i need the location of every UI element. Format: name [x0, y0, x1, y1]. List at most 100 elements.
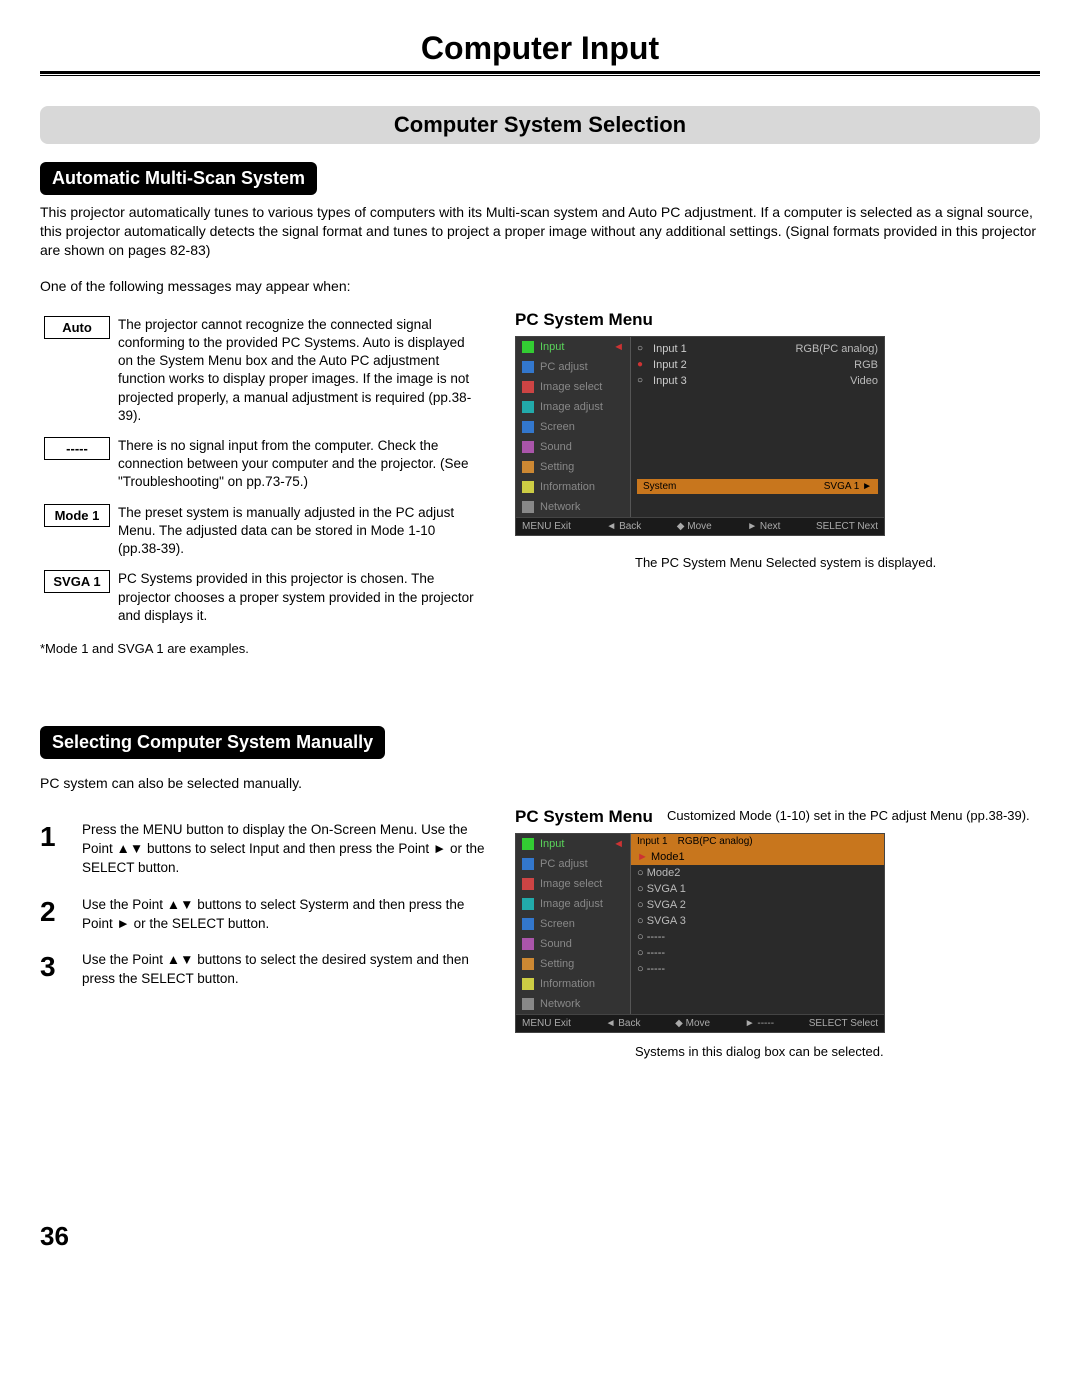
label-svga1: SVGA 1	[44, 570, 110, 593]
ft-next: ► Next	[747, 521, 780, 532]
auto-scan-heading: Automatic Multi-Scan System	[40, 162, 317, 195]
step-3-num: 3	[40, 951, 66, 989]
side2-imgadj: Image adjust	[540, 898, 603, 910]
setting-icon	[522, 958, 534, 970]
list-mode1: Mode1	[651, 851, 685, 863]
side2-pcadjust: PC adjust	[540, 858, 588, 870]
osd-main-2: Input 1 RGB(PC analog) ► Mode1 ○ Mode2 ○…	[631, 834, 884, 1014]
step-1-num: 1	[40, 821, 66, 878]
step-2-num: 2	[40, 896, 66, 934]
network-icon	[522, 998, 534, 1010]
step-3-text: Use the Point ▲▼ buttons to select the d…	[82, 951, 485, 989]
list-svga3: SVGA 3	[647, 915, 686, 927]
ft2-back: ◄ Back	[606, 1018, 641, 1029]
manual-intro: PC system can also be selected manually.	[40, 775, 1040, 791]
osd2-caption: Systems in this dialog box can be select…	[635, 1043, 1040, 1061]
section-banner: Computer System Selection	[40, 106, 1040, 144]
sound-icon	[522, 441, 534, 453]
imgadj-icon	[522, 401, 534, 413]
list-d3: -----	[647, 963, 665, 975]
side-imgsel: Image select	[540, 381, 602, 393]
side-screen: Screen	[540, 421, 575, 433]
side-sound: Sound	[540, 441, 572, 453]
osd-sidebar-1: Input◄ PC adjust Image select Image adju…	[516, 337, 631, 517]
ft-move: ◆ Move	[677, 521, 712, 532]
side2-screen: Screen	[540, 918, 575, 930]
ft-select: SELECT Next	[816, 521, 878, 532]
step-1-text: Press the MENU button to display the On-…	[82, 821, 485, 878]
ft2-exit: MENU Exit	[522, 1018, 571, 1029]
side-setting: Setting	[540, 461, 574, 473]
ft2-next: ► -----	[745, 1018, 774, 1029]
msg-intro: One of the following messages may appear…	[40, 278, 1040, 294]
side2-sound: Sound	[540, 938, 572, 950]
input3-val: Video	[850, 375, 878, 387]
side2-input: Input	[540, 838, 564, 850]
info-icon	[522, 978, 534, 990]
topbar-rgb: RGB(PC analog)	[678, 836, 753, 847]
page-number: 36	[40, 1221, 1040, 1252]
subbar-system: System	[643, 481, 676, 492]
ft2-select: SELECT Select	[809, 1018, 878, 1029]
desc-mode1: The preset system is manually adjusted i…	[114, 498, 485, 565]
osd-sidebar-2: Input◄ PC adjust Image select Image adju…	[516, 834, 631, 1014]
auto-intro: This projector automatically tunes to va…	[40, 203, 1040, 260]
pc-menu-heading-2: PC System Menu	[515, 807, 653, 827]
label-dashes: -----	[44, 437, 110, 460]
list-svga2: SVGA 2	[647, 899, 686, 911]
step-2-text: Use the Point ▲▼ buttons to select Syste…	[82, 896, 485, 934]
side-input: Input	[540, 341, 564, 353]
imgsel-icon	[522, 878, 534, 890]
input1-val: RGB(PC analog)	[795, 343, 878, 355]
input1-label: Input 1	[653, 343, 713, 355]
topbar-input: Input 1	[637, 836, 668, 847]
desc-svga1: PC Systems provided in this projector is…	[114, 564, 485, 631]
imgsel-icon	[522, 381, 534, 393]
desc-auto: The projector cannot recognize the conne…	[114, 310, 485, 431]
osd2-top-caption: Customized Mode (1-10) set in the PC adj…	[667, 807, 1030, 825]
side-network: Network	[540, 501, 580, 513]
subbar-svga: SVGA 1 ►	[824, 481, 872, 492]
osd-main-1: ○Input 1RGB(PC analog) ●Input 2RGB ○Inpu…	[631, 337, 884, 517]
desc-dashes: There is no signal input from the comput…	[114, 431, 485, 498]
side-info: Information	[540, 481, 595, 493]
sound-icon	[522, 938, 534, 950]
imgadj-icon	[522, 898, 534, 910]
side2-info: Information	[540, 978, 595, 990]
setting-icon	[522, 461, 534, 473]
manual-heading: Selecting Computer System Manually	[40, 726, 385, 759]
examples-footnote: *Mode 1 and SVGA 1 are examples.	[40, 641, 485, 656]
label-auto: Auto	[44, 316, 110, 339]
screen-icon	[522, 421, 534, 433]
list-d1: -----	[647, 931, 665, 943]
input2-label: Input 2	[653, 359, 713, 371]
ft-back: ◄ Back	[606, 521, 641, 532]
osd-menu-2: Input◄ PC adjust Image select Image adju…	[515, 833, 885, 1033]
osd1-caption: The PC System Menu Selected system is di…	[635, 554, 936, 572]
input-icon	[522, 838, 534, 850]
input-icon	[522, 341, 534, 353]
side-imgadj: Image adjust	[540, 401, 603, 413]
input3-label: Input 3	[653, 375, 713, 387]
side2-imgsel: Image select	[540, 878, 602, 890]
screen-icon	[522, 918, 534, 930]
info-icon	[522, 481, 534, 493]
list-d2: -----	[647, 947, 665, 959]
pcadjust-icon	[522, 858, 534, 870]
pcadjust-icon	[522, 361, 534, 373]
page-title: Computer Input	[40, 30, 1040, 67]
ft-exit: MENU Exit	[522, 521, 571, 532]
list-mode2: Mode2	[647, 867, 681, 879]
side2-network: Network	[540, 998, 580, 1010]
label-mode1: Mode 1	[44, 504, 110, 527]
title-rule	[40, 71, 1040, 76]
side-pcadjust: PC adjust	[540, 361, 588, 373]
network-icon	[522, 501, 534, 513]
osd-menu-1: Input◄ PC adjust Image select Image adju…	[515, 336, 885, 536]
list-svga1: SVGA 1	[647, 883, 686, 895]
input2-val: RGB	[854, 359, 878, 371]
ft2-move: ◆ Move	[675, 1018, 710, 1029]
message-table: Auto The projector cannot recognize the …	[40, 310, 485, 631]
side2-setting: Setting	[540, 958, 574, 970]
pc-menu-heading-1: PC System Menu	[515, 310, 1040, 330]
